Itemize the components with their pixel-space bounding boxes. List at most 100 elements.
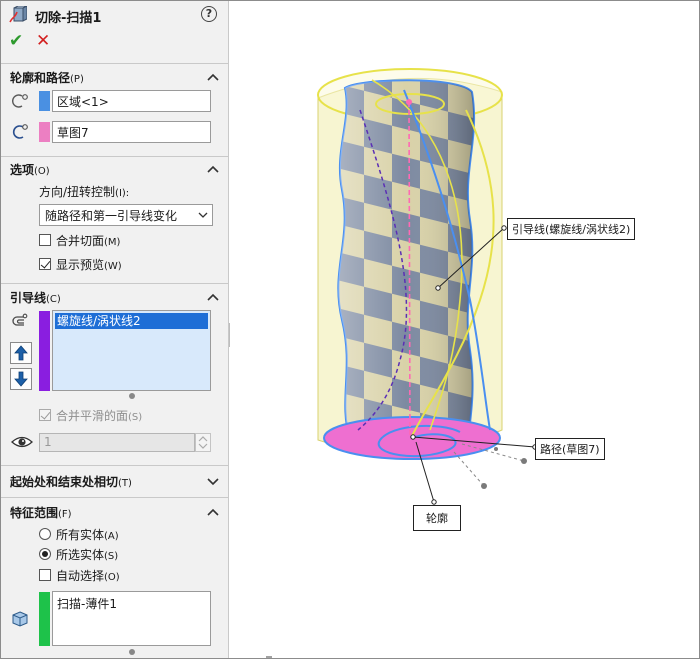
- spinner-arrows-icon: [198, 436, 208, 449]
- list-resize-handle[interactable]: [129, 393, 135, 399]
- property-manager: 切除-扫描1 ? ✔ ✕ 轮廓和路径(P) 区域<1> 草图7 选项(O) 方向…: [1, 1, 229, 658]
- arrow-down-icon: [14, 371, 28, 387]
- leader-anchor: [435, 285, 441, 291]
- merge-tangent-text: 合并切面: [56, 234, 105, 248]
- profile-field[interactable]: 区域<1>: [52, 90, 211, 112]
- guide-curve-color-swatch: [39, 311, 50, 391]
- auto-select-label: 自动选择(O): [56, 567, 120, 584]
- merge-smooth-label: 合并平滑的面(S): [56, 407, 142, 424]
- expand-icon[interactable]: [207, 476, 219, 486]
- guide-curve-item[interactable]: 螺旋线/涡状线2: [55, 313, 208, 329]
- graphics-area[interactable]: 引导线(螺旋线/涡状线2) 路径(草图7) 轮廓: [230, 1, 699, 658]
- orientation-text: 方向/扭转控制: [39, 185, 116, 199]
- section-feature-scope-title[interactable]: 特征范围(F): [10, 504, 72, 521]
- section-divider: [1, 283, 228, 284]
- section-divider: [1, 465, 228, 466]
- bodies-list[interactable]: 扫描-薄件1: [52, 591, 211, 646]
- path-color-swatch: [39, 122, 50, 142]
- sweep-cut-icon: [9, 6, 27, 23]
- section-guide-curves-title[interactable]: 引导线(C): [10, 289, 61, 306]
- feature-title: 切除-扫描1: [35, 11, 102, 26]
- section-count-spinner[interactable]: [195, 433, 211, 452]
- list-resize-handle[interactable]: [129, 649, 135, 655]
- show-preview-text: 显示预览: [56, 258, 105, 272]
- body-shading: [338, 80, 475, 449]
- section-key: (F): [58, 509, 72, 520]
- panel-header: 切除-扫描1 ? ✔ ✕: [1, 1, 228, 53]
- section-key: (C): [46, 294, 61, 305]
- collapse-icon[interactable]: [207, 507, 219, 517]
- profile-color-swatch: [39, 91, 50, 111]
- profile-icon: [12, 94, 28, 108]
- selected-bodies-label: 所选实体(S): [56, 546, 118, 563]
- guide-curves-list[interactable]: 螺旋线/涡状线2: [52, 310, 211, 391]
- selected-bodies-radio[interactable]: [39, 548, 51, 560]
- show-preview-key: (W): [104, 261, 122, 272]
- show-preview-label: 显示预览(W): [56, 256, 122, 273]
- collapse-icon[interactable]: [207, 292, 219, 302]
- solid-body-icon: [12, 611, 28, 627]
- callout-profile[interactable]: 轮廓: [413, 505, 461, 531]
- section-key: (T): [118, 478, 132, 489]
- section-label: 选项: [10, 163, 35, 177]
- all-bodies-text: 所有实体: [56, 528, 105, 542]
- collapse-icon[interactable]: [207, 72, 219, 82]
- body-item[interactable]: 扫描-薄件1: [57, 595, 117, 612]
- move-down-button[interactable]: [10, 368, 32, 390]
- merge-smooth-key: (S): [128, 412, 143, 423]
- show-preview-checkbox[interactable]: [39, 258, 51, 270]
- merge-tangent-key: (M): [104, 237, 121, 248]
- help-icon[interactable]: ?: [201, 6, 217, 22]
- move-up-button[interactable]: [10, 342, 32, 364]
- callout-guide-curve[interactable]: 引导线(螺旋线/涡状线2): [507, 218, 636, 240]
- arrow-up-icon: [14, 345, 28, 361]
- section-tangency-title[interactable]: 起始处和结束处相切(T): [10, 473, 132, 490]
- section-profile-path-title[interactable]: 轮廓和路径(P): [10, 69, 84, 86]
- selected-bodies-text: 所选实体: [56, 548, 105, 562]
- all-bodies-label: 所有实体(A): [56, 526, 119, 543]
- section-key: (P): [70, 74, 84, 85]
- handle-dot[interactable]: [521, 458, 527, 464]
- handle-dot[interactable]: [481, 483, 487, 489]
- ok-icon[interactable]: ✔: [9, 33, 23, 50]
- merge-tangent-checkbox[interactable]: [39, 234, 51, 246]
- section-key: (O): [34, 166, 50, 177]
- path-field[interactable]: 草图7: [52, 121, 211, 143]
- section-divider: [1, 156, 228, 157]
- section-options-title[interactable]: 选项(O): [10, 161, 50, 178]
- leader-anchor: [431, 499, 437, 505]
- guide-curve-icon: [12, 313, 28, 326]
- auto-select-text: 自动选择: [56, 569, 105, 583]
- leader-anchor: [501, 225, 507, 231]
- leader-anchor: [410, 434, 416, 440]
- path-start-point: [406, 99, 412, 105]
- orientation-dropdown[interactable]: 随路径和第一引导线变化: [39, 204, 213, 226]
- callout-path[interactable]: 路径(草图7): [535, 438, 605, 460]
- all-bodies-radio[interactable]: [39, 528, 51, 540]
- section-label: 起始处和结束处相切: [10, 475, 119, 489]
- sweep-preview: [266, 68, 538, 658]
- orientation-selected: 随路径和第一引导线变化: [45, 209, 178, 223]
- all-bodies-key: (A): [104, 531, 119, 542]
- section-label: 特征范围: [10, 506, 59, 520]
- auto-select-checkbox[interactable]: [39, 569, 51, 581]
- orientation-key: (I):: [115, 188, 130, 199]
- merge-tangent-label: 合并切面(M): [56, 232, 120, 249]
- section-label: 引导线: [10, 291, 47, 305]
- collapse-icon[interactable]: [207, 164, 219, 174]
- orientation-label: 方向/扭转控制(I):: [39, 183, 129, 200]
- handle-line: [453, 451, 485, 487]
- selected-bodies-key: (S): [104, 551, 119, 562]
- section-label: 轮廓和路径: [10, 71, 71, 85]
- auto-select-key: (O): [104, 572, 120, 583]
- eye-icon[interactable]: [11, 433, 33, 451]
- cancel-icon[interactable]: ✕: [36, 33, 50, 50]
- chevron-down-icon: [198, 212, 208, 218]
- section-count-field[interactable]: 1: [39, 433, 195, 452]
- merge-smooth-checkbox[interactable]: [39, 409, 51, 421]
- section-divider: [1, 497, 228, 498]
- handle-dot[interactable]: [494, 447, 498, 451]
- bodies-color-swatch: [39, 592, 50, 646]
- section-divider: [1, 63, 228, 64]
- path-icon: [12, 124, 28, 139]
